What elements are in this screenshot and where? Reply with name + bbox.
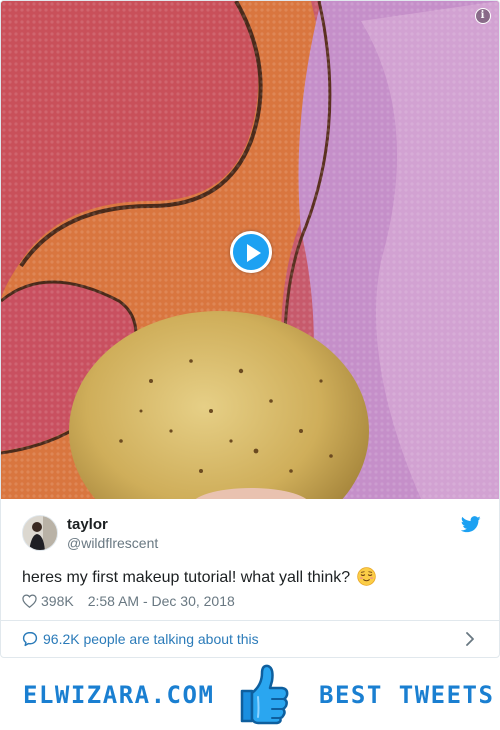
author-handle[interactable]: @wildflrescent (67, 535, 158, 551)
chevron-right-icon (466, 632, 474, 646)
twitter-bird-icon[interactable] (461, 516, 481, 533)
tweet-text-body: heres my first makeup tutorial! what yal… (22, 569, 351, 586)
footer-banner: ELWIZARA.COM BEST TWEETS (0, 660, 500, 728)
tweet-timestamp[interactable]: 2:58 AM - Dec 30, 2018 (88, 593, 235, 609)
play-icon (247, 244, 261, 262)
info-button[interactable]: i (475, 8, 491, 24)
like-count[interactable]: 398K (41, 593, 74, 609)
speech-bubble-icon (22, 631, 38, 647)
avatar[interactable] (22, 515, 58, 551)
thumbs-up-icon (240, 664, 289, 725)
embedded-tweet-card: i taylor @wildflrescent heres my first m… (0, 0, 500, 658)
avatar-image (23, 516, 57, 550)
info-icon: i (480, 10, 485, 21)
relieved-face-emoji-icon (356, 567, 376, 586)
conversation-link[interactable]: 96.2K people are talking about this (1, 621, 499, 657)
best-tweets-label: BEST TWEETS (319, 681, 495, 709)
heart-icon[interactable] (22, 594, 37, 608)
play-button[interactable] (230, 231, 272, 273)
tweet-meta: 398K 2:58 AM - Dec 30, 2018 (22, 593, 235, 609)
conversation-text: 96.2K people are talking about this (43, 631, 259, 647)
video-thumbnail[interactable]: i (1, 1, 499, 499)
site-name-link[interactable]: ELWIZARA.COM (23, 681, 214, 709)
tweet-text: heres my first makeup tutorial! what yal… (22, 567, 376, 587)
author-display-name[interactable]: taylor (67, 516, 108, 533)
